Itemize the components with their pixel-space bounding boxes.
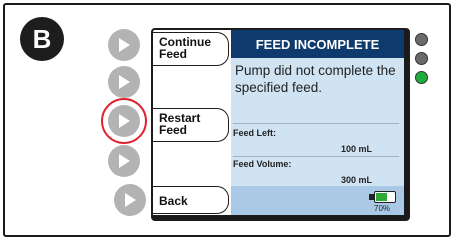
play-arrow-icon [119,38,130,52]
divider [233,123,399,124]
softkey-labels: Continue Feed Restart Feed Back [153,30,231,215]
status-message: Pump did not complete the specified feed… [235,63,396,95]
feed-volume-label: Feed Volume: [233,159,292,169]
back-softkey[interactable]: Back [153,186,229,214]
softkey-button-4[interactable] [108,145,140,177]
battery-level [376,193,387,201]
feed-left-label: Feed Left: [233,128,277,138]
divider [233,156,399,157]
softkey-button-5[interactable] [114,184,146,216]
play-arrow-icon [119,154,130,168]
softkey-button-2[interactable] [108,66,140,98]
softkey-line2: Feed [159,47,188,61]
feed-left-value: 100 mL [340,144,372,154]
restart-feed-softkey[interactable]: Restart Feed [153,108,229,142]
play-arrow-icon [125,193,136,207]
message-panel: FEED INCOMPLETE Pump did not complete th… [231,30,404,215]
play-arrow-icon [119,75,130,89]
highlight-ring [101,98,147,144]
battery-icon [374,191,396,203]
softkey-line2: Feed [159,123,188,137]
indicator-light-bottom [415,71,428,84]
pump-display: Continue Feed Restart Feed Back FEED INC… [151,28,410,221]
continue-feed-softkey[interactable]: Continue Feed [153,32,229,66]
softkey-button-1[interactable] [108,29,140,61]
indicator-light-top [415,33,428,46]
indicator-light-middle [415,52,428,65]
softkey-line1: Back [159,194,188,208]
feed-volume-value: 300 mL [340,175,372,185]
screen-title: FEED INCOMPLETE [231,30,404,58]
status-bar: 70% [231,186,404,215]
battery-percent: 70% [374,204,391,213]
figure-badge: B [20,17,64,61]
